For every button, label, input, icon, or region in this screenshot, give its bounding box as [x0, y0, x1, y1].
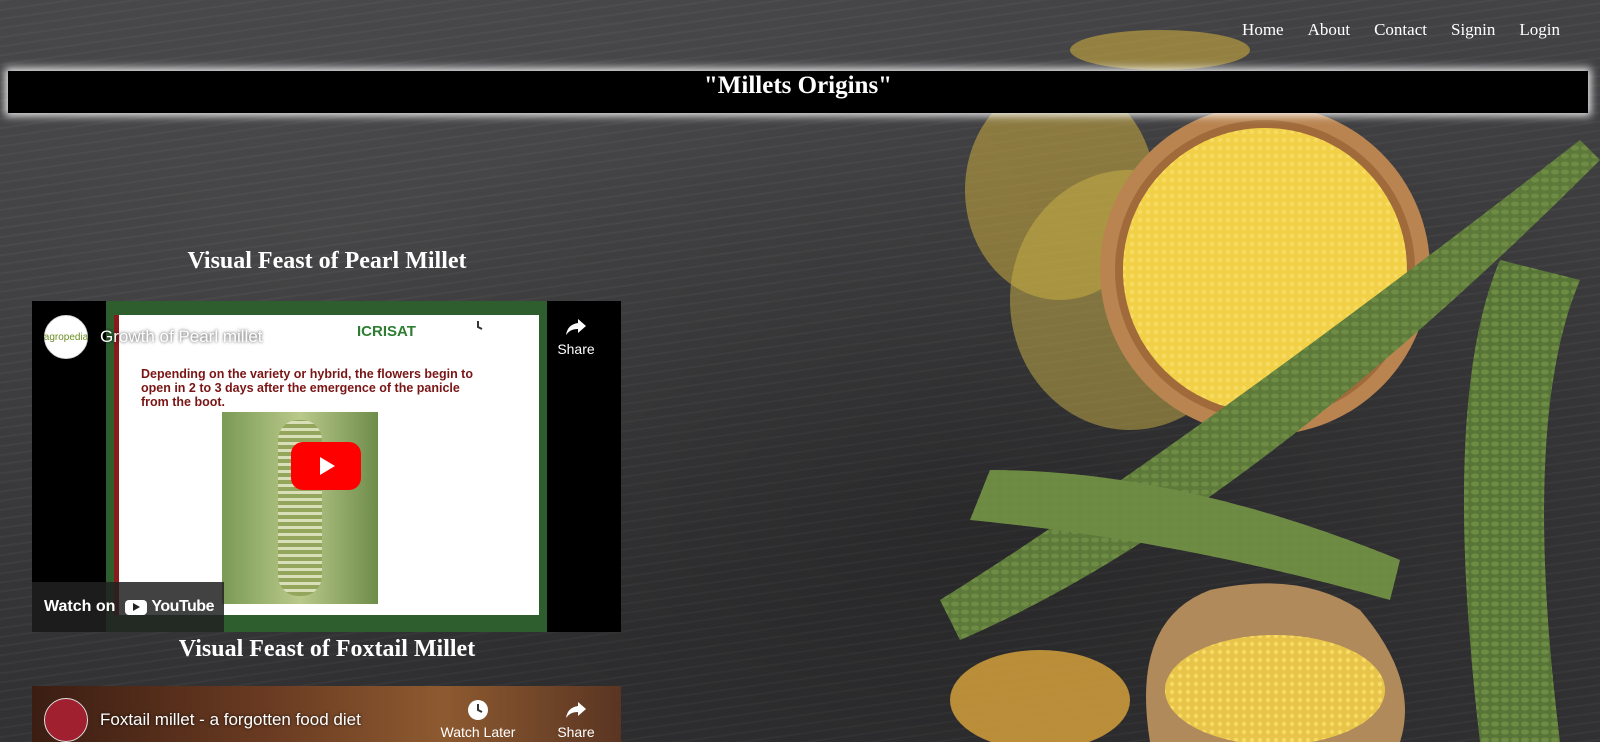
share-button-2[interactable]: Share — [536, 698, 616, 740]
clock-icon — [438, 698, 518, 724]
clock-icon — [438, 315, 518, 341]
youtube-wordmark: YouTube — [151, 598, 214, 615]
share-label-2: Share — [557, 724, 595, 740]
video-embed-foxtail-millet[interactable]: Foxtail millet - a forgotten food diet W… — [32, 686, 621, 742]
nav-contact-link[interactable]: Contact — [1374, 20, 1427, 40]
nav-signin-link[interactable]: Signin — [1451, 20, 1495, 40]
share-label: Share — [557, 341, 595, 357]
share-icon — [536, 698, 616, 724]
youtube-logo: YouTube — [125, 598, 214, 616]
video-title-2[interactable]: Foxtail millet - a forgotten food diet — [100, 710, 361, 730]
watch-later-label-2: Watch Later — [440, 724, 516, 740]
slide-text: Depending on the variety or hybrid, the … — [141, 367, 473, 409]
section-heading-foxtail-millet: Visual Feast of Foxtail Millet — [178, 636, 476, 662]
play-icon — [320, 457, 335, 475]
watch-on-youtube-button[interactable]: Watch on YouTube — [32, 582, 224, 632]
nav-home-link[interactable]: Home — [1242, 20, 1284, 40]
video-title[interactable]: Growth of Pearl millet — [100, 327, 263, 347]
video-embed-pearl-millet[interactable]: ICRISAT Depending on the variety or hybr… — [32, 301, 621, 632]
watch-later-label: Watch Later — [440, 341, 516, 357]
nav-login-link[interactable]: Login — [1519, 20, 1560, 40]
share-icon — [536, 315, 616, 341]
top-nav: Home About Contact Signin Login — [1242, 20, 1560, 40]
section-heading-pearl-millet: Visual Feast of Pearl Millet — [187, 248, 467, 274]
play-button[interactable] — [291, 442, 361, 490]
watch-later-button[interactable]: Watch Later — [438, 315, 518, 357]
slide-logo: ICRISAT — [357, 323, 416, 340]
nav-about-link[interactable]: About — [1308, 20, 1351, 40]
watch-on-label: Watch on — [44, 598, 116, 615]
page-title: "Millets Origins" — [703, 72, 893, 99]
video-header: agropedia Growth of Pearl millet — [44, 315, 263, 359]
watch-later-button-2[interactable]: Watch Later — [438, 698, 518, 740]
video-header-2: Foxtail millet - a forgotten food diet — [44, 698, 361, 742]
youtube-play-icon — [125, 599, 148, 615]
share-button[interactable]: Share — [536, 315, 616, 357]
slide-millet-photo — [222, 412, 378, 604]
channel-avatar[interactable]: agropedia — [44, 315, 88, 359]
page-title-bar: "Millets Origins" — [8, 71, 1588, 113]
channel-avatar-2[interactable] — [44, 698, 88, 742]
